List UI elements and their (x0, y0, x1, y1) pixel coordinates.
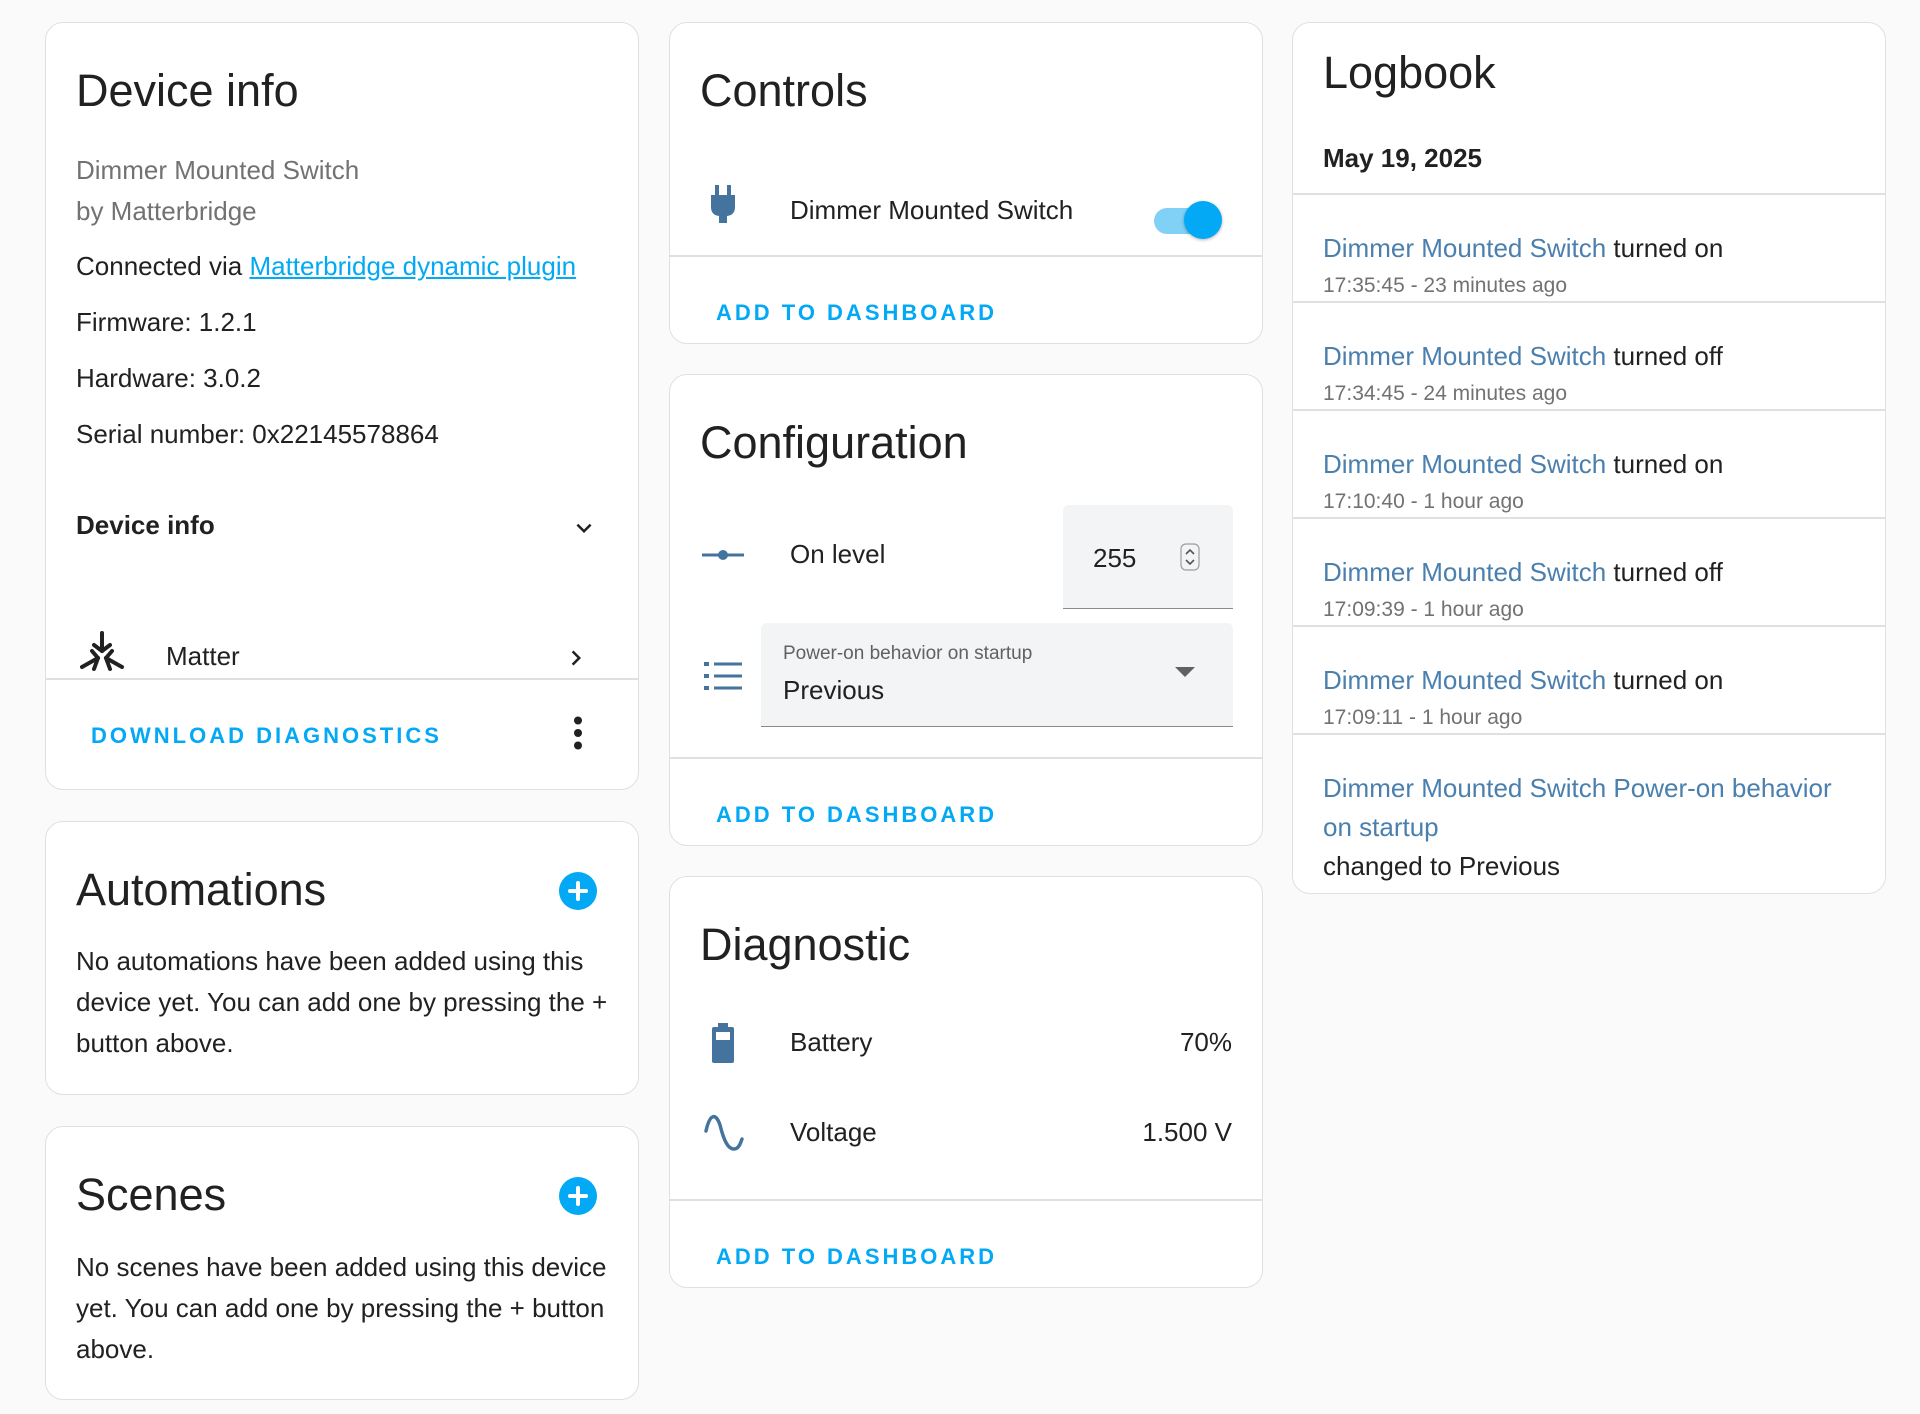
connected-via: Connected via Matterbridge dynamic plugi… (76, 251, 576, 282)
device-info-divider (46, 678, 638, 680)
logbook-title: Logbook (1323, 47, 1496, 98)
configuration-add-to-dashboard-button[interactable]: ADD TO DASHBOARD (716, 802, 997, 828)
scenes-text-line2: yet. You can add one by pressing the + b… (76, 1293, 605, 1323)
download-diagnostics-button[interactable]: DOWNLOAD DIAGNOSTICS (91, 723, 442, 749)
logbook-entry-time: 17:09:39 - 1 hour ago (1323, 598, 1524, 621)
logbook-entry-time: 17:09:11 - 1 hour ago (1323, 706, 1523, 729)
logbook-entity-link[interactable]: Dimmer Mounted Switch (1323, 233, 1606, 263)
logbook-entry: Dimmer Mounted Switch turned off 17:34:4… (1293, 303, 1885, 411)
logbook-entry-action: turned on (1606, 449, 1724, 479)
select-label: Power-on behavior on startup (783, 643, 1033, 664)
logbook-entity-link[interactable]: Dimmer Mounted Switch Power-on behavior (1323, 773, 1832, 804)
voltage-value: 1.500 V (1142, 1117, 1232, 1147)
device-model: Dimmer Mounted Switch (76, 155, 360, 185)
logbook-entry-action: turned on (1606, 665, 1724, 695)
automations-card: Automations No automations have been add… (45, 821, 639, 1095)
hardware-version: Hardware: 3.0.2 (76, 363, 261, 393)
scenes-title: Scenes (76, 1169, 227, 1220)
diagnostic-add-to-dashboard-button[interactable]: ADD TO DASHBOARD (716, 1244, 997, 1270)
device-info-title: Device info (76, 65, 299, 116)
select-value: Previous (783, 675, 885, 705)
logbook-entry-text: Dimmer Mounted Switch turned on (1323, 449, 1723, 480)
battery-value: 70% (1179, 1027, 1232, 1057)
power-plug-icon (711, 185, 735, 223)
format-list-icon (704, 662, 742, 690)
logbook-entry-text: Dimmer Mounted Switch turned off (1323, 341, 1723, 372)
battery-label: Battery (790, 1027, 873, 1057)
scenes-card: Scenes No scenes have been added using t… (45, 1126, 639, 1400)
more-vert-icon[interactable] (563, 713, 593, 753)
controls-add-to-dashboard-button[interactable]: ADD TO DASHBOARD (716, 300, 997, 326)
configuration-card: Configuration On level 255 Power-on beha… (669, 374, 1263, 846)
spinner-arrows-icon[interactable] (1180, 543, 1200, 571)
diagnostic-card: Diagnostic Battery 70% Voltage 1.500 V A… (669, 876, 1263, 1288)
on-level-input[interactable]: 255 (1063, 505, 1233, 609)
logbook-entry-text: Dimmer Mounted Switch turned off (1323, 557, 1723, 588)
automations-text-line1: No automations have been added using thi… (76, 946, 584, 976)
device-info-card: Device info Dimmer Mounted Switch by Mat… (45, 22, 639, 790)
controls-card: Controls Dimmer Mounted Switch ADD TO DA… (669, 22, 1263, 344)
on-level-value: 255 (1093, 543, 1137, 573)
logbook-entry-text: Dimmer Mounted Switch turned on (1323, 665, 1723, 696)
logbook-card: Logbook May 19, 2025 Dimmer Mounted Swit… (1292, 22, 1886, 894)
logbook-entry-action: turned on (1606, 233, 1724, 263)
switch-entity-name: Dimmer Mounted Switch (790, 195, 1074, 225)
logbook-entity-link[interactable]: Dimmer Mounted Switch (1323, 665, 1606, 695)
logbook-entry-text: Dimmer Mounted Switch turned on (1323, 233, 1723, 264)
logbook-entry-time: 17:35:45 - 23 minutes ago (1323, 274, 1568, 297)
logbook-entry-time: 17:34:45 - 24 minutes ago (1323, 382, 1568, 405)
logbook-entry: Dimmer Mounted Switch turned on 17:35:45… (1293, 195, 1885, 303)
switch-entity-row[interactable]: Dimmer Mounted Switch (670, 153, 1262, 253)
voltage-label: Voltage (790, 1117, 877, 1147)
arrow-drop-down-icon (1175, 667, 1195, 677)
device-manufacturer: by Matterbridge (76, 196, 257, 226)
controls-divider (670, 255, 1262, 257)
integration-link[interactable]: Matterbridge dynamic plugin (249, 251, 576, 281)
logbook-entry: Dimmer Mounted Switch turned off 17:09:3… (1293, 519, 1885, 627)
device-info-expander[interactable]: Device info (46, 493, 638, 563)
logbook-entity-link[interactable]: Dimmer Mounted Switch (1323, 449, 1606, 479)
diagnostic-title: Diagnostic (700, 919, 911, 970)
logbook-date: May 19, 2025 (1323, 143, 1483, 173)
firmware-version: Firmware: 1.2.1 (76, 307, 257, 337)
chevron-right-icon (571, 650, 581, 666)
sine-wave-icon (704, 1115, 744, 1151)
controls-title: Controls (700, 65, 868, 116)
configuration-divider (670, 757, 1262, 759)
logbook-entity-link[interactable]: Dimmer Mounted Switch (1323, 557, 1606, 587)
diagnostic-divider (670, 1199, 1262, 1201)
automations-title: Automations (76, 864, 327, 915)
chevron-down-icon (576, 523, 592, 533)
logbook-entry-action: changed to Previous (1323, 851, 1561, 881)
logbook-entity-link[interactable]: Dimmer Mounted Switch (1323, 341, 1606, 371)
switch-toggle[interactable] (1154, 196, 1222, 239)
add-scene-button[interactable] (559, 1177, 597, 1215)
power-on-behavior-select[interactable]: Power-on behavior on startup Previous (761, 623, 1233, 727)
battery-icon (712, 1023, 734, 1063)
logbook-entry-action: turned off (1606, 557, 1723, 587)
logbook-entry-action: turned off (1606, 341, 1723, 371)
expander-label: Device info (76, 510, 215, 540)
configuration-title: Configuration (700, 417, 968, 468)
serial-number: Serial number: 0x22145578864 (76, 419, 439, 449)
ray-vertex-icon (702, 550, 744, 560)
connected-via-prefix: Connected via (76, 251, 250, 281)
add-automation-button[interactable] (559, 872, 597, 910)
scenes-text-line1: No scenes have been added using this dev… (76, 1252, 607, 1282)
logbook-entry-time: 17:10:40 - 1 hour ago (1323, 490, 1524, 513)
automations-text-line3: button above. (76, 1028, 234, 1058)
matter-icon (80, 631, 124, 671)
logbook-entry: Dimmer Mounted Switch turned on 17:09:11… (1293, 627, 1885, 735)
automations-text-line2: device yet. You can add one by pressing … (76, 987, 608, 1017)
on-level-label: On level (790, 539, 886, 569)
logbook-entry: Dimmer Mounted Switch turned on 17:10:40… (1293, 411, 1885, 519)
logbook-entity-link-cont[interactable]: on startup (1323, 812, 1439, 843)
integration-name: Matter (166, 641, 240, 671)
toggle-thumb (1184, 201, 1222, 239)
integration-row-matter[interactable]: Matter (46, 603, 638, 693)
logbook-entry: Dimmer Mounted Switch Power-on behavior … (1293, 735, 1885, 885)
scenes-text-line3: above. (76, 1334, 155, 1364)
